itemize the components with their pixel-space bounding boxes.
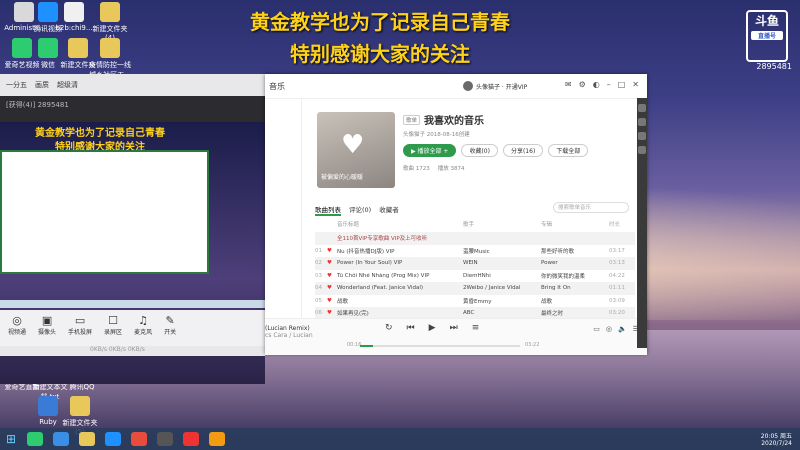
volume-icon[interactable]: 🔈 [618, 325, 627, 333]
banner-line-1: 黄金教学也为了记录自己青春 [250, 10, 510, 34]
player-bar: (Lucian Remix) cs Cara / Lucian ↻ ⏮ ▶ ⏭ ≡… [265, 318, 647, 355]
stream-status: 0KB/s 0KB/s 0KB/s [0, 346, 265, 356]
playlist-tabs: 歌曲列表 评论(0) 收藏者 [315, 204, 399, 216]
stream-tab[interactable]: 超级清 [57, 80, 78, 90]
stream-preview: 黄金教学也为了记录自己青春 特别感谢大家的关注 ◎ 视频通 ▣ 摄像头 ▭ 手机投屏 … [0, 122, 265, 384]
taskbar-app-icon[interactable] [79, 432, 95, 446]
playlist-title: 歌单 我喜欢的音乐 [403, 112, 484, 127]
stream-tab[interactable]: 一分五 [6, 80, 27, 90]
heart-icon[interactable]: ♥ [327, 298, 337, 304]
start-button[interactable]: ⊞ [0, 428, 22, 450]
playlist-meta: 头像猫子 2018-08-16创建 [403, 132, 470, 138]
playback-controls: ↻ ⏮ ▶ ⏭ ≡ [385, 323, 479, 333]
side-toolbar [637, 98, 647, 348]
share-button[interactable]: 分享(16) [502, 144, 544, 157]
playlist-search-input[interactable]: 搜索歌单音乐 [553, 202, 629, 213]
effects-icon[interactable]: ◎ [606, 325, 612, 333]
progress-bar[interactable] [360, 345, 520, 347]
tab-songs[interactable]: 歌曲列表 [315, 204, 341, 216]
gear-icon[interactable]: ⚙ [579, 80, 586, 89]
skin-icon[interactable]: ◐ [593, 80, 600, 89]
app-title: 音乐 [269, 81, 285, 91]
loop-icon[interactable]: ↻ [385, 323, 393, 333]
table-row[interactable]: 03 ♥ Tú Chôi Nhé Nhàng (Prog Mix) VIP DiemH… [315, 270, 635, 283]
tool-button[interactable]: ◎ 视频通 [8, 314, 26, 342]
app-header: 音乐 头像猫子 · 开通VIP ✉ ⚙ ◐ – □ ✕ [265, 74, 647, 99]
quality-icon[interactable]: ▭ [593, 325, 600, 333]
playlist-stats: 歌曲 1723 播放 3874 [403, 166, 465, 172]
play-all-button[interactable]: ▶ 播放全部 + [403, 144, 457, 157]
total-time: 03:22 [525, 342, 540, 348]
progress-fill [360, 345, 373, 347]
table-row[interactable]: 05 ♥ 战歌 黄昏Emmy 战歌 03:09 [315, 295, 635, 308]
room-number: 2895481 [756, 62, 792, 71]
tool-icon[interactable] [638, 132, 646, 140]
play-icon[interactable]: ▶ [429, 323, 436, 333]
table-row[interactable]: 02 ♥ Power (In Your Soul) VIP WEIN Power 03:1… [315, 257, 635, 270]
playlist-cover: ♥ 被偏爱的心暖暖 [317, 112, 395, 188]
preview-taskbar [0, 300, 265, 308]
tool-button[interactable]: ▭ 手机投屏 [68, 314, 92, 342]
tool-button[interactable]: ✎ 开关 [164, 314, 176, 342]
player-right-controls: ▭ ◎ 🔈 ☰ [593, 325, 639, 333]
heart-icon[interactable]: ♥ [327, 310, 337, 316]
ruby-icon [38, 396, 58, 416]
tool-button[interactable]: ☐ 录屏区 [104, 314, 122, 342]
preview-banner-1: 黄金教学也为了记录自己青春 [35, 128, 165, 139]
next-icon[interactable]: ⏭ [450, 323, 458, 333]
window-controls: ✉ ⚙ ◐ – □ ✕ [565, 80, 639, 89]
stream-tools: ◎ 视频通 ▣ 摄像头 ▭ 手机投屏 ☐ 录屏区 ♫ 麦克风 ✎ 开关 [0, 310, 265, 346]
clock[interactable]: 20:05 周五 2020/7/24 [761, 431, 792, 447]
heart-icon[interactable]: ♥ [327, 273, 337, 279]
preview-nested-window [0, 150, 209, 274]
tool-icon[interactable] [638, 104, 646, 112]
collect-button[interactable]: 收藏(0) [461, 144, 498, 157]
lyrics-icon[interactable]: ≡ [472, 323, 480, 333]
tool-button[interactable]: ♫ 麦克风 [134, 314, 152, 342]
taskbar-app-icon[interactable] [157, 432, 173, 446]
mail-icon[interactable]: ✉ [565, 80, 572, 89]
watermark-logo: 斗鱼 直播号 [746, 10, 788, 62]
table-row[interactable]: 01 ♥ Nu (抖音热播DJ版) VIP 蛮腰Music 那些好听的歌 03:17 [315, 245, 635, 258]
stream-tab[interactable]: 画质 [35, 80, 49, 90]
taskbar-app-icon[interactable] [27, 432, 43, 446]
music-app-window: 音乐 头像猫子 · 开通VIP ✉ ⚙ ◐ – □ ✕ ♥ 被偏爱的心暖暖 歌单我… [265, 74, 647, 355]
taskbar: ⊞ 20:05 周五 2020/7/24 [0, 428, 800, 450]
minimize-icon[interactable]: – [607, 80, 611, 89]
account-area[interactable]: 头像猫子 · 开通VIP [463, 81, 527, 91]
close-icon[interactable]: ✕ [632, 80, 639, 89]
taskbar-app-icon[interactable] [183, 432, 199, 446]
tab-comments[interactable]: 评论(0) [349, 204, 371, 216]
stream-toolbar: 一分五 画质 超级清 [0, 74, 265, 96]
taskbar-app-icon[interactable] [131, 432, 147, 446]
taskbar-app-icon[interactable] [105, 432, 121, 446]
song-list: 全110首VIP专享歌曲 VIP及上可收听 01 ♥ Nu (抖音热播DJ版) VI… [315, 232, 635, 320]
tab-collectors[interactable]: 收藏者 [379, 204, 399, 216]
folder-icon [70, 396, 90, 416]
download-all-button[interactable]: 下载全部 [548, 144, 589, 157]
heart-icon[interactable]: ♥ [327, 248, 337, 254]
sidebar [265, 98, 302, 318]
vip-banner-row[interactable]: 全110首VIP专享歌曲 VIP及上可收听 [315, 232, 635, 245]
tool-icon[interactable] [638, 146, 646, 154]
heart-icon[interactable]: ♥ [327, 260, 337, 266]
avatar [463, 81, 473, 91]
playlist-actions: ▶ 播放全部 + 收藏(0) 分享(16) 下载全部 [403, 144, 589, 157]
tool-button[interactable]: ▣ 摄像头 [38, 314, 56, 342]
taskbar-app-icon[interactable] [209, 432, 225, 446]
now-playing: (Lucian Remix) cs Cara / Lucian [265, 325, 313, 339]
banner-line-2: 特别感谢大家的关注 [290, 42, 470, 66]
heart-icon: ♥ [341, 130, 365, 160]
tool-icon[interactable] [638, 118, 646, 126]
heart-icon[interactable]: ♥ [327, 285, 337, 291]
table-header: 音乐标题 歌手 专辑 时长 [337, 222, 621, 228]
stream-counts: [获得(4)] 2895481 [6, 101, 69, 109]
stream-control-window: 一分五 画质 超级清 [获得(4)] 2895481 黄金教学也为了记录自己青春… [0, 74, 265, 384]
previous-icon[interactable]: ⏮ [407, 323, 415, 333]
table-row[interactable]: 04 ♥ Wonderland (Feat. Janice Vidal) 2Weibo… [315, 282, 635, 295]
taskbar-app-icon[interactable] [53, 432, 69, 446]
maximize-icon[interactable]: □ [618, 80, 626, 89]
